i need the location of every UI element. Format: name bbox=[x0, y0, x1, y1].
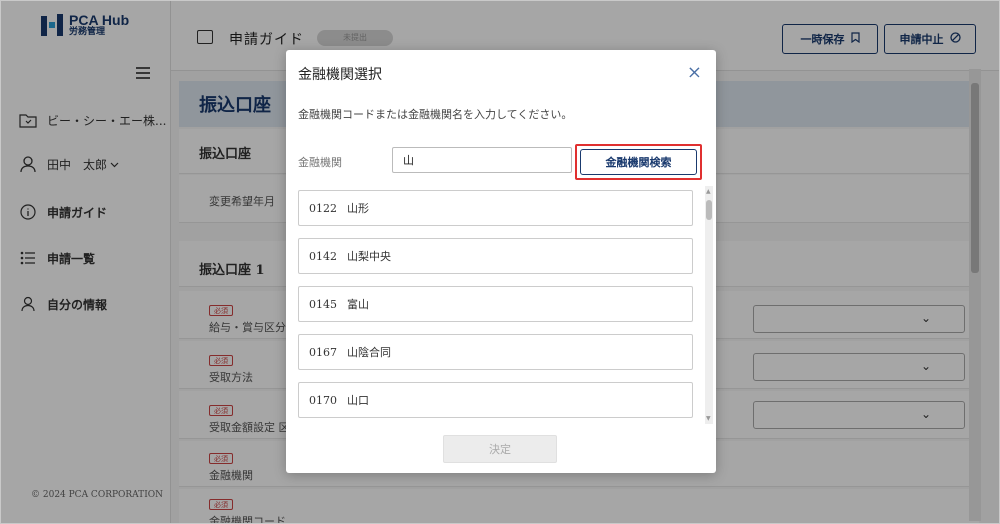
bank-code: 0167 bbox=[309, 345, 337, 359]
bank-name: 山形 bbox=[347, 202, 369, 215]
list-scrollbar[interactable]: ▲ ▼ bbox=[705, 186, 713, 424]
list-item[interactable]: 0142 山梨中央 bbox=[298, 238, 693, 274]
scrollbar-thumb[interactable] bbox=[706, 200, 712, 220]
bank-name: 山口 bbox=[347, 394, 369, 407]
bank-name: 富山 bbox=[347, 298, 369, 311]
bank-code: 0170 bbox=[309, 393, 337, 407]
bank-field-label: 金融機関 bbox=[298, 156, 342, 169]
bank-name: 山梨中央 bbox=[347, 250, 391, 263]
bank-name: 山陰合同 bbox=[347, 346, 391, 359]
search-button-highlight: 金融機関検索 bbox=[575, 144, 702, 180]
bank-search-input[interactable] bbox=[392, 147, 572, 173]
confirm-button[interactable]: 決定 bbox=[443, 435, 557, 463]
scroll-up-icon[interactable]: ▲ bbox=[706, 188, 711, 195]
bank-code: 0142 bbox=[309, 249, 337, 263]
app-window: PCA Hub 労務管理 ビー・シー・エー株... 田中 太郎 申請ガイド 申請… bbox=[0, 0, 1000, 524]
list-item[interactable]: 0167 山陰合同 bbox=[298, 334, 693, 370]
scroll-down-icon[interactable]: ▼ bbox=[706, 415, 711, 422]
dialog-title: 金融機関選択 bbox=[298, 67, 382, 83]
bank-search-button[interactable]: 金融機関検索 bbox=[580, 149, 697, 175]
dialog-instruction: 金融機関コードまたは金融機関名を入力してください。 bbox=[298, 108, 573, 121]
bank-select-dialog: 金融機関選択 × 金融機関コードまたは金融機関名を入力してください。 金融機関 … bbox=[286, 50, 716, 473]
bank-results-list: 0122 山形 0142 山梨中央 0145 富山 0167 山陰合同 0170 山口 bbox=[298, 190, 693, 422]
bank-code: 0122 bbox=[309, 201, 337, 215]
close-icon[interactable]: × bbox=[687, 62, 702, 83]
bank-code: 0145 bbox=[309, 297, 337, 311]
list-item[interactable]: 0145 富山 bbox=[298, 286, 693, 322]
list-item[interactable]: 0122 山形 bbox=[298, 190, 693, 226]
list-item[interactable]: 0170 山口 bbox=[298, 382, 693, 418]
